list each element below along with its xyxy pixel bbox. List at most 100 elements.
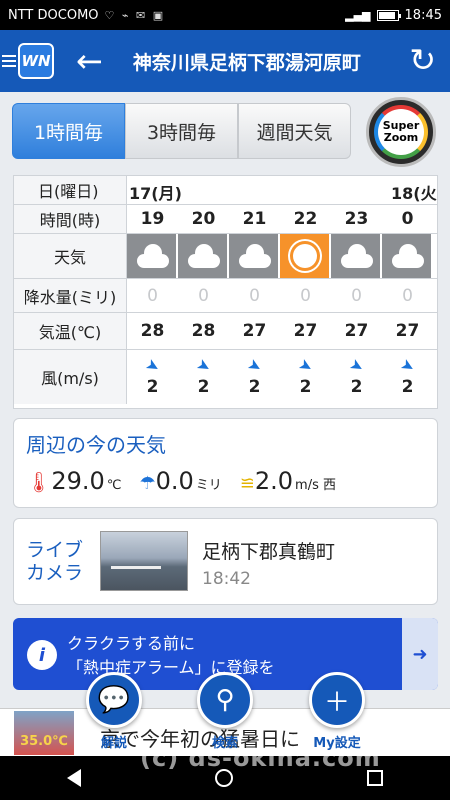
chat-bubble-icon: 💬 bbox=[97, 685, 131, 715]
wind-arrow-icon: ➤ bbox=[346, 353, 368, 377]
time-row: 時間(時) 19 20 21 22 23 0 bbox=[14, 205, 437, 234]
hour-cell: 19 bbox=[140, 209, 165, 229]
weather-cell bbox=[127, 234, 178, 278]
wind-icon: ≌ bbox=[239, 473, 255, 494]
location-title: 神奈川県足柄下郡湯河原町 bbox=[132, 51, 361, 74]
rain-row: 降水量(ミリ) 0 0 0 0 0 0 bbox=[14, 279, 437, 313]
nav-recent-apps-icon[interactable] bbox=[367, 770, 383, 786]
wind-cell: ➤ 2 bbox=[295, 353, 317, 397]
temp-cell: 28 bbox=[191, 321, 216, 341]
banner-line1: クラクラする前に bbox=[67, 634, 196, 653]
cloudy-icon bbox=[388, 244, 426, 268]
time-label: 時間(時) bbox=[14, 205, 127, 233]
current-rain: 0.0 bbox=[155, 467, 194, 495]
wind-cell: ➤ 2 bbox=[346, 353, 368, 397]
arrow-right-icon[interactable]: ➜ bbox=[402, 618, 438, 690]
wind-cell: ➤ 2 bbox=[193, 353, 215, 397]
wind-arrow-icon: ➤ bbox=[142, 353, 164, 377]
carrier-label: NTT DOCOMO bbox=[8, 7, 99, 23]
hour-cell: 21 bbox=[242, 209, 267, 229]
wind-arrow-icon: ➤ bbox=[244, 353, 266, 377]
signal-icon: ▂▄▆ bbox=[345, 8, 371, 22]
date-cell: 17(月) bbox=[129, 184, 182, 203]
temp-row: 気温(℃) 28 28 27 27 27 27 bbox=[14, 313, 437, 350]
date-cell: 18(火) bbox=[391, 184, 437, 203]
tab-hourly[interactable]: 1時間毎 bbox=[12, 103, 125, 159]
explain-label: 解説 bbox=[100, 736, 127, 751]
hour-cell: 23 bbox=[344, 209, 369, 229]
wind-arrow-icon: ➤ bbox=[397, 353, 419, 377]
current-weather-card[interactable]: 周辺の今の天気 🌡29.0 ℃ ☂0.0 ミリ ≌2.0 m/s 西 bbox=[13, 418, 438, 508]
rain-cell: 0 bbox=[147, 285, 158, 306]
weather-cell bbox=[331, 234, 382, 278]
temp-cell: 28 bbox=[140, 321, 165, 341]
wind-arrow-icon: ➤ bbox=[295, 353, 317, 377]
forecast-tabs: 1時間毎 3時間毎 週間天気 bbox=[12, 103, 351, 159]
temp-cell: 27 bbox=[293, 321, 318, 341]
menu-icon[interactable] bbox=[2, 55, 16, 67]
wind-row: 風(m/s) ➤ 2 ➤ 2 ➤ 2 ➤ 2 ➤ 2 ➤ 2 bbox=[14, 350, 437, 404]
cloudy-icon bbox=[337, 244, 375, 268]
wind-cell: ➤ 2 bbox=[244, 353, 266, 397]
current-weather-values: 🌡29.0 ℃ ☂0.0 ミリ ≌2.0 m/s 西 bbox=[26, 467, 336, 495]
plus-icon: ＋ bbox=[323, 687, 350, 718]
temp-cell: 27 bbox=[242, 321, 267, 341]
cloudy-icon bbox=[184, 244, 222, 268]
current-weather-title: 周辺の今の天気 bbox=[26, 433, 166, 457]
rain-cell: 0 bbox=[198, 285, 209, 306]
rain-cell: 0 bbox=[300, 285, 311, 306]
refresh-icon[interactable]: ↻ bbox=[409, 44, 436, 76]
weather-cell bbox=[280, 234, 331, 278]
rain-label: 降水量(ミリ) bbox=[14, 279, 127, 312]
hour-cell: 0 bbox=[401, 209, 414, 229]
rain-cell: 0 bbox=[351, 285, 362, 306]
hourly-forecast-table: 日(曜日) 17(月) 18(火) 時間(時) 19 20 21 22 23 0… bbox=[13, 175, 438, 409]
live-camera-thumbnail[interactable] bbox=[100, 531, 188, 591]
status-bar: NTT DOCOMO ♡ ⌁ ✉ ▣ ▂▄▆ 18:45 bbox=[0, 0, 450, 30]
news-thumbnail: 35.0℃ bbox=[14, 711, 74, 755]
info-icon: i bbox=[27, 640, 57, 670]
date-row: 日(曜日) 17(月) 18(火) bbox=[14, 176, 437, 205]
cloudy-icon bbox=[235, 244, 273, 268]
back-arrow-icon[interactable]: ← bbox=[76, 45, 103, 77]
hour-cell: 22 bbox=[293, 209, 318, 229]
wind-cell: ➤ 2 bbox=[142, 353, 164, 397]
current-temp: 29.0 bbox=[51, 467, 105, 495]
nav-back-icon[interactable] bbox=[67, 769, 81, 787]
app-logo[interactable]: WN bbox=[18, 43, 54, 79]
search-button[interactable]: ⚲ bbox=[197, 672, 253, 728]
super-zoom-button[interactable]: Super Zoom bbox=[366, 97, 436, 167]
tab-3hourly[interactable]: 3時間毎 bbox=[125, 103, 238, 159]
app-header: WN ← 神奈川県足柄下郡湯河原町 ↻ bbox=[0, 30, 450, 92]
explain-button[interactable]: 💬 bbox=[86, 672, 142, 728]
status-right: ▂▄▆ 18:45 bbox=[345, 8, 442, 23]
live-camera-card[interactable]: ライブ カメラ 足柄下郡真鶴町 18:42 bbox=[13, 518, 438, 605]
my-settings-button[interactable]: ＋ bbox=[309, 672, 365, 728]
weather-row: 天気 bbox=[14, 234, 437, 279]
date-label: 日(曜日) bbox=[14, 176, 127, 204]
sunny-icon bbox=[292, 244, 317, 268]
weather-cell bbox=[229, 234, 280, 278]
thermometer-icon: 🌡 bbox=[26, 470, 52, 494]
super-zoom-icon: Super Zoom bbox=[374, 105, 428, 159]
temp-label: 気温(℃) bbox=[14, 313, 127, 349]
banner-line2: 「熱中症アラーム」に登録を bbox=[67, 658, 275, 677]
weather-cell bbox=[382, 234, 433, 278]
wind-cell: ➤ 2 bbox=[397, 353, 419, 397]
rain-cloud-icon: ☂ bbox=[139, 473, 156, 494]
cloudy-icon bbox=[133, 244, 171, 268]
tab-weekly[interactable]: 週間天気 bbox=[238, 103, 351, 159]
rain-cell: 0 bbox=[402, 285, 413, 306]
wind-arrow-icon: ➤ bbox=[193, 353, 215, 377]
rain-cell: 0 bbox=[249, 285, 260, 306]
temp-cell: 27 bbox=[344, 321, 369, 341]
watermark: (c) ds-okina.com bbox=[140, 744, 381, 772]
notification-icons: ♡ ⌁ ✉ ▣ bbox=[104, 8, 166, 22]
weather-label: 天気 bbox=[14, 234, 127, 278]
weather-cell bbox=[178, 234, 229, 278]
battery-icon bbox=[376, 9, 401, 21]
clock: 18:45 bbox=[404, 7, 442, 23]
camera-time: 18:42 bbox=[202, 569, 251, 589]
current-wind: 2.0 bbox=[254, 467, 294, 495]
search-icon: ⚲ bbox=[215, 685, 235, 715]
